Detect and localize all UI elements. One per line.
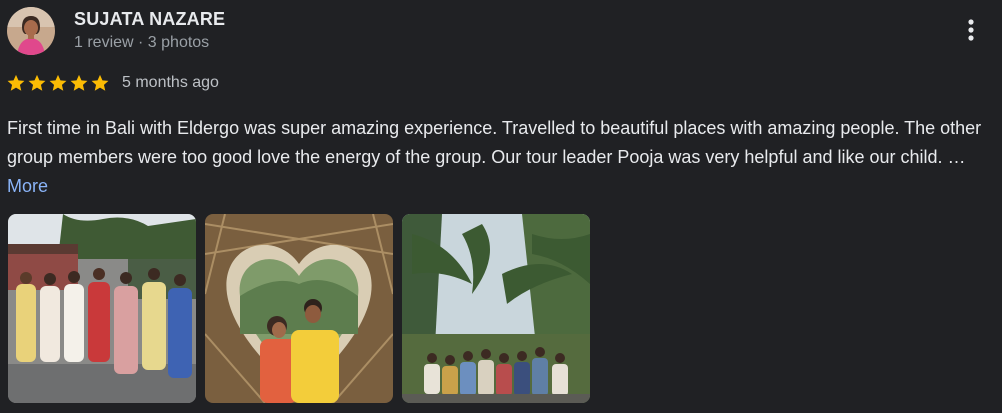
star-icon	[28, 74, 46, 91]
reviewer-meta: 1 review · 3 photos	[74, 34, 210, 51]
star-icon	[49, 74, 67, 91]
star-icon	[70, 74, 88, 91]
star-rating	[6, 73, 111, 93]
reviewer-name[interactable]: SUJATA NAZARE	[74, 9, 225, 30]
rating-row: 5 months ago	[6, 72, 219, 94]
more-link[interactable]: More	[7, 176, 48, 196]
review-photo-3[interactable]	[402, 214, 590, 403]
star-icon	[7, 74, 25, 91]
review-body: First time in Bali with Eldergo was supe…	[7, 118, 982, 167]
review-photo-1[interactable]	[8, 214, 196, 403]
review-photo-2[interactable]	[205, 214, 393, 403]
review-text: First time in Bali with Eldergo was supe…	[7, 114, 997, 201]
review-card: SUJATA NAZARE 1 review · 3 photos 5 mont…	[0, 0, 1002, 413]
more-options-icon[interactable]	[955, 12, 987, 48]
star-icon	[91, 74, 109, 91]
review-date: 5 months ago	[122, 74, 219, 91]
reviewer-avatar[interactable]	[7, 7, 55, 55]
